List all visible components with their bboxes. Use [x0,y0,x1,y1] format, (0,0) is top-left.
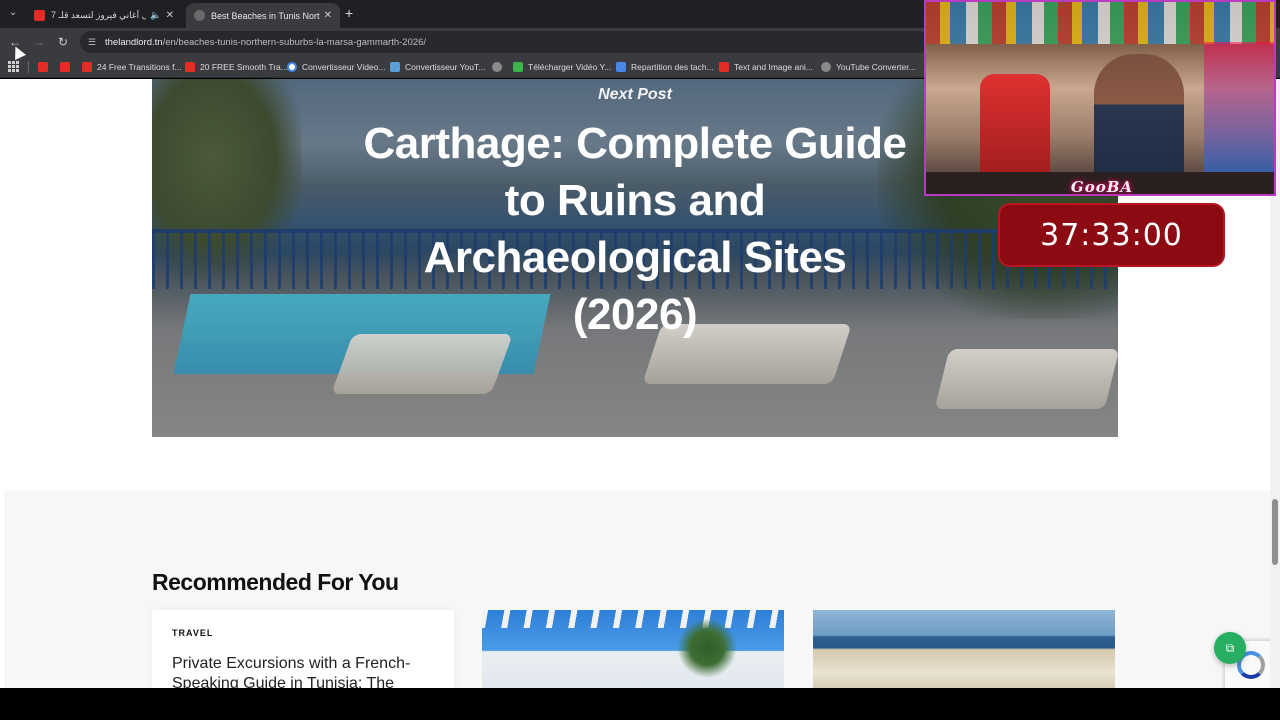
bookmark-label: Convertisseur Video... [302,62,386,72]
bookmark-label: Repartition des tach... [631,62,714,72]
webcam-flags [926,2,1274,44]
bookmark-label: Text and Image ani... [734,62,813,72]
site-favicon-icon [194,10,205,21]
youtube-icon [34,10,45,21]
webcam-gaming-chair [980,74,1050,184]
card-title[interactable]: Private Excursions with a French-Speakin… [172,654,432,688]
bookmark-20-free-smooth[interactable]: 20 FREE Smooth Tra... [185,60,288,74]
stream-timer: 37:33:00 [998,203,1225,267]
youtube-icon [38,62,48,72]
youtube-icon [719,62,729,72]
bookmark-separator [28,61,29,73]
bookmark-label: 20 FREE Smooth Tra... [200,62,288,72]
site-info-icon[interactable]: ☰ [88,37,98,47]
tab-best-beaches[interactable]: Best Beaches in Tunis Northern ✕ [186,3,340,28]
address-bar[interactable]: ☰ thelandlord.tn /en/beaches-tunis-north… [80,31,930,53]
reload-icon[interactable]: ↻ [55,34,71,50]
tab-title: Best Beaches in Tunis Northern [211,10,320,21]
bookmark-youtube-1[interactable] [38,60,53,74]
new-tab-button[interactable]: + [345,5,353,21]
globe-icon [492,62,502,72]
close-tab-icon[interactable]: ✕ [166,10,174,21]
docs-icon [616,62,626,72]
webcam-led-lights [1204,42,1274,192]
card-category[interactable]: TRAVEL [172,628,213,638]
recommended-heading: Recommended For You [152,569,399,595]
recommended-card-image[interactable] [482,610,784,688]
tab-title: 7 أجمل أغاني فيروز لتسعد قلـ [51,10,147,20]
bookmark-text-image-animation[interactable]: Text and Image ani... [719,60,813,74]
tab-youtube-fairuz[interactable]: 7 أجمل أغاني فيروز لتسعد قلـ 🔈 ✕ [26,3,182,28]
bookmark-label: 24 Free Transitions f... [97,62,182,72]
bookmark-youtube-converter[interactable]: YouTube Converter... [821,60,916,74]
bookmark-convertisseur-video[interactable]: Convertisseur Video... [287,60,385,74]
globe-icon [821,62,831,72]
bottom-black-bar [0,688,1280,720]
hero-image-lounger [934,349,1118,409]
share-button[interactable]: ⧉ [1214,632,1246,664]
streamer-logo: GooBA [1070,178,1134,196]
url-host: thelandlord.tn [105,36,163,48]
tab-search-chevron-icon[interactable]: ⌄ [6,6,20,20]
bookmark-globe[interactable] [492,60,507,74]
hero-image-lounger [331,334,513,394]
bookmark-label: YouTube Converter... [836,62,916,72]
bookmark-24-free-transitions[interactable]: 24 Free Transitions f... [82,60,182,74]
card-image-pergola [482,610,784,628]
forward-arrow-icon[interactable]: → [31,34,47,50]
next-post-title[interactable]: Carthage: Complete Guide to Ruins and Ar… [360,115,910,343]
recommended-card[interactable]: TRAVEL Private Excursions with a French-… [152,610,454,688]
download-icon [513,62,523,72]
bookmark-youtube-2[interactable] [60,60,75,74]
youtube-icon [60,62,70,72]
speaker-icon[interactable]: 🔈 [150,10,161,21]
bookmark-label: Télécharger Vidéo Y... [528,62,612,72]
bookmark-repartition-taches[interactable]: Repartition des tach... [616,60,714,74]
converter-icon [390,62,400,72]
recommended-card-image[interactable] [813,610,1115,688]
close-tab-icon[interactable]: ✕ [324,10,332,21]
webcam-overlay [924,0,1276,196]
scrollbar-thumb[interactable] [1272,499,1278,565]
bookmark-label: Convertisseur YouT... [405,62,486,72]
share-icon: ⧉ [1225,641,1235,655]
youtube-icon [185,62,195,72]
bookmark-convertisseur-youtube[interactable]: Convertisseur YouT... [390,60,485,74]
url-path: /en/beaches-tunis-northern-suburbs-la-ma… [162,36,427,48]
apps-grid-icon[interactable] [8,61,19,72]
youtube-icon [82,62,92,72]
bookmark-telecharger-video[interactable]: Télécharger Vidéo Y... [513,60,611,74]
google-icon [287,62,297,72]
card-image-palm [677,618,737,678]
